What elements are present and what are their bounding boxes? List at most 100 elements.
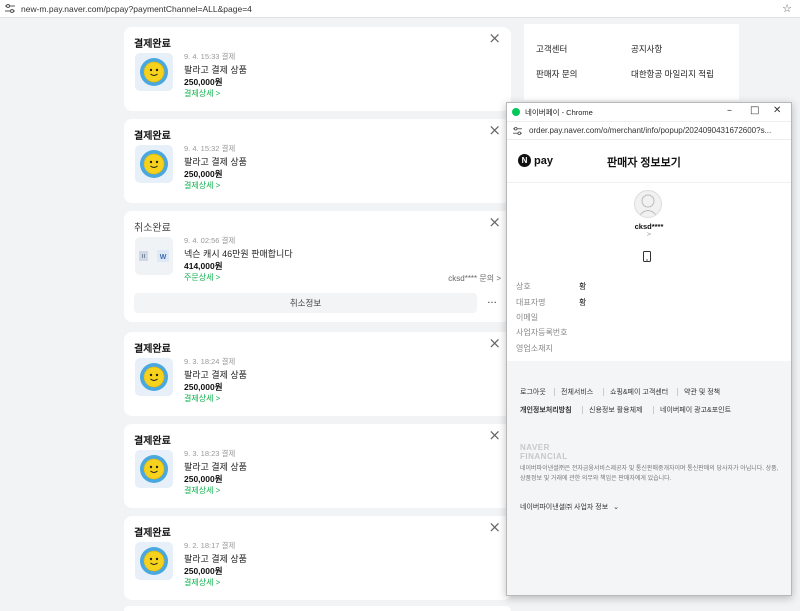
order-detail-link[interactable]: 주문상세 >: [184, 272, 220, 283]
order-title[interactable]: 팔라고 결제 상품: [184, 460, 247, 473]
sun-character-icon: [140, 150, 168, 178]
terms-link[interactable]: 약관 및 정책: [684, 387, 720, 397]
close-icon[interactable]: ×: [488, 520, 501, 535]
product-thumbnail[interactable]: [135, 358, 173, 396]
customer-center-footer-link[interactable]: 쇼핑&페이 고객센터: [610, 387, 668, 397]
npay-logo-pay: pay: [534, 154, 553, 167]
customer-center-link[interactable]: 고객센터: [536, 43, 567, 55]
notice-link[interactable]: 공지사항: [631, 43, 662, 55]
close-icon[interactable]: ×: [488, 336, 501, 351]
popup-footer: 로그아웃 전체서비스 쇼핑&페이 고객센터 약관 및 정책 개인정보처리방침 신…: [507, 361, 791, 595]
info-label: 영업소재지: [516, 344, 553, 353]
side-menu: 고객센터 공지사항 판매자 문의 대한항공 마일리지 적립: [524, 24, 739, 100]
avatar: [634, 190, 662, 218]
order-card: 결제완료 × 9. 3. 18:24 결제 팔라고 결제 상품 250,000원…: [124, 332, 511, 416]
footer-divider: [677, 388, 678, 396]
seller-arrow[interactable]: >: [507, 231, 791, 238]
order-title[interactable]: 넥슨 캐시 46만원 판매합니다: [184, 247, 293, 260]
site-settings-icon[interactable]: [513, 126, 523, 136]
naver-pay-logo: N pay: [518, 154, 553, 167]
close-icon[interactable]: ×: [488, 428, 501, 443]
order-date: 9. 3. 18:24 결제: [184, 357, 236, 366]
product-thumbnail[interactable]: [135, 542, 173, 580]
close-window-icon[interactable]: ✕: [773, 105, 781, 116]
product-thumbnail[interactable]: [135, 450, 173, 488]
payment-detail-link[interactable]: 결제상세 >: [184, 393, 220, 404]
order-card: 결제완료 × 9. 2. 18:17 결제 팔라고 결제 상품 250,000원…: [124, 516, 511, 600]
sun-character-icon: [140, 58, 168, 86]
order-price: 250,000원: [184, 169, 223, 179]
info-label: 사업자등록번호: [516, 328, 568, 337]
order-price: 250,000원: [184, 566, 223, 576]
order-date: 9. 4. 15:33 결제: [184, 52, 236, 61]
product-thumbnail[interactable]: W: [135, 237, 173, 275]
payment-detail-link[interactable]: 결제상세 >: [184, 577, 220, 588]
naver-financial-logo-line1: NAVER: [520, 443, 550, 452]
payment-detail-link[interactable]: 결제상세 >: [184, 180, 220, 191]
chevron-down-icon: ⌄: [613, 504, 619, 511]
product-thumbnail[interactable]: [135, 145, 173, 183]
footer-divider: [603, 388, 604, 396]
logout-link[interactable]: 로그아웃: [520, 387, 546, 397]
order-date: 9. 2. 18:17 결제: [184, 541, 236, 550]
phone-icon[interactable]: [643, 251, 651, 262]
order-card: 결제완료 × 9. 4. 15:33 결제 팔라고 결제 상품 250,000원…: [124, 27, 511, 111]
ads-points-link[interactable]: 네이버페이 광고&포인트: [660, 405, 731, 415]
naver-financial-logo-line2: FINANCIAL: [520, 452, 568, 461]
bookmark-star-icon[interactable]: ☆: [782, 2, 792, 15]
order-card: 결제완료 × 9. 3. 18:23 결제 팔라고 결제 상품 250,000원…: [124, 424, 511, 508]
maximize-icon[interactable]: □: [750, 105, 759, 116]
payment-detail-link[interactable]: 결제상세 >: [184, 88, 220, 99]
order-card-partial: [124, 606, 511, 611]
order-title[interactable]: 팔라고 결제 상품: [184, 552, 247, 565]
naver-pay-favicon-icon: [512, 108, 520, 116]
footer-disclaimer: 네이버파이낸셜㈜은 전자금융서비스제공자 및 통신판매중개자이며 통신판매의 당…: [520, 466, 779, 482]
close-icon[interactable]: ×: [488, 215, 501, 230]
info-value: 황: [579, 298, 587, 307]
order-title[interactable]: 팔라고 결제 상품: [184, 368, 247, 381]
seller-inquiry-link[interactable]: cksd**** 문의 >: [448, 273, 501, 284]
popup-url[interactable]: order.pay.naver.com/o/merchant/info/popu…: [529, 126, 771, 135]
close-icon[interactable]: ×: [488, 123, 501, 138]
all-services-link[interactable]: 전체서비스: [561, 387, 593, 397]
footer-divider: [554, 388, 555, 396]
mileage-link[interactable]: 대한항공 마일리지 적립: [631, 68, 714, 80]
privacy-policy-link[interactable]: 개인정보처리방침: [520, 405, 572, 415]
popup-address-bar[interactable]: order.pay.naver.com/o/merchant/info/popu…: [507, 122, 791, 140]
order-status: 결제완료: [134, 39, 171, 50]
address-url[interactable]: new-m.pay.naver.com/pcpay?paymentChannel…: [21, 4, 252, 14]
order-title[interactable]: 팔라고 결제 상품: [184, 63, 247, 76]
close-icon[interactable]: ×: [488, 31, 501, 46]
cancel-info-button[interactable]: 취소정보: [134, 293, 477, 313]
order-date: 9. 3. 18:23 결제: [184, 449, 236, 458]
business-info-toggle[interactable]: 네이버파이낸셜㈜ 사업자 정보 ⌄: [520, 502, 619, 512]
order-date: 9. 4. 02:56 결제: [184, 236, 236, 245]
address-bar[interactable]: new-m.pay.naver.com/pcpay?paymentChannel…: [0, 0, 800, 18]
info-value: 황: [579, 282, 587, 291]
seller-inquiry-menu-link[interactable]: 판매자 문의: [536, 68, 577, 80]
business-info-label: 네이버파이낸셜㈜ 사업자 정보: [520, 504, 609, 511]
info-label: 상호: [516, 282, 531, 291]
minimize-icon[interactable]: –: [727, 105, 732, 116]
credit-info-link[interactable]: 신용정보 활용체제: [589, 405, 642, 415]
seller-info-popup: 네이버페이 - Chrome – □ ✕ order.pay.naver.com…: [506, 102, 792, 596]
order-price: 250,000원: [184, 474, 223, 484]
order-status: 취소완료: [134, 223, 171, 234]
site-settings-icon[interactable]: [3, 2, 17, 16]
footer-divider: [653, 406, 654, 414]
order-title[interactable]: 팔라고 결제 상품: [184, 155, 247, 168]
product-thumbnail[interactable]: [135, 53, 173, 91]
order-status: 결제완료: [134, 131, 171, 142]
nexon-cash-card-icon: W: [139, 250, 169, 262]
order-price: 414,000원: [184, 261, 223, 271]
popup-heading: 판매자 정보보기: [607, 157, 681, 169]
info-label: 이메일: [516, 313, 539, 322]
more-options-button[interactable]: ···: [482, 293, 502, 313]
svg-text:W: W: [160, 254, 167, 261]
order-card: 취소완료 × W 9. 4. 02:56 결제 넥슨 캐시 46만원 판매합니다…: [124, 211, 511, 322]
naver-financial-logo: NAVER FINANCIAL: [520, 443, 568, 461]
popup-titlebar[interactable]: 네이버페이 - Chrome – □ ✕: [507, 103, 791, 122]
payment-detail-link[interactable]: 결제상세 >: [184, 485, 220, 496]
npay-logo-n: N: [518, 154, 531, 167]
popup-window-title: 네이버페이 - Chrome: [525, 107, 593, 117]
